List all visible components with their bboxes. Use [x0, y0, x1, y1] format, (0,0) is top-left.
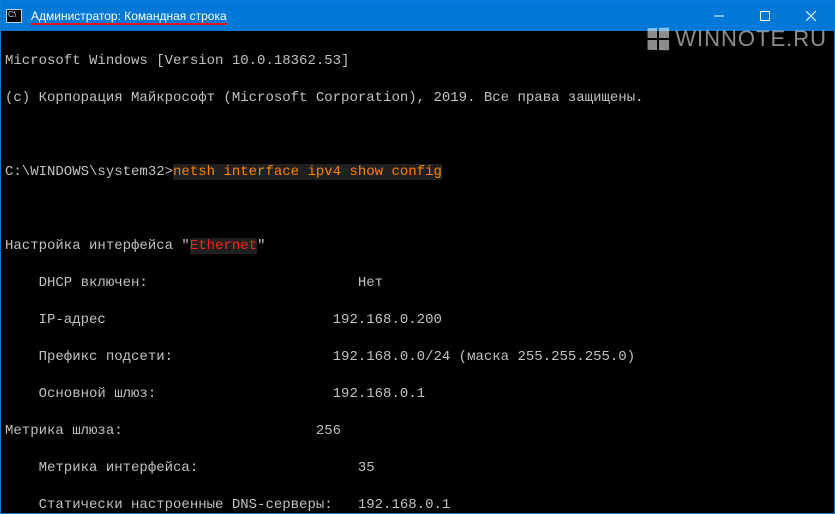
app-icon: C:\ [1, 1, 27, 31]
iface1-gateway: Основной шлюз: 192.168.0.1 [5, 385, 830, 404]
prompt-line-1: C:\WINDOWS\system32>netsh interface ipv4… [5, 163, 830, 182]
iface1-header-suffix: " [257, 238, 265, 254]
entered-command: netsh interface ipv4 show config [173, 164, 442, 180]
minimize-button[interactable] [696, 1, 742, 31]
maximize-icon [760, 11, 770, 21]
prompt-path: C:\WINDOWS\system32> [5, 164, 173, 180]
iface1-header-prefix: Настройка интерфейса " [5, 238, 190, 254]
cmd-icon: C:\ [6, 9, 22, 23]
iface1-dhcp: DHCP включен: Нет [5, 274, 830, 293]
blank-line [5, 200, 830, 219]
iface1-ip: IP-адрес 192.168.0.200 [5, 311, 830, 330]
iface1-if-metric: Метрика интерфейса: 35 [5, 459, 830, 478]
iface1-header: Настройка интерфейса "Ethernet" [5, 237, 830, 256]
iface1-name: Ethernet [190, 238, 257, 254]
copyright-line: (c) Корпорация Майкрософт (Microsoft Cor… [5, 89, 830, 108]
minimize-icon [714, 11, 724, 21]
maximize-button[interactable] [742, 1, 788, 31]
close-button[interactable] [788, 1, 834, 31]
version-line: Microsoft Windows [Version 10.0.18362.53… [5, 52, 830, 71]
iface1-gw-metric: Метрика шлюза: 256 [5, 422, 830, 441]
command-prompt-window: C:\ Администратор: Командная строка Micr… [0, 0, 835, 514]
titlebar[interactable]: C:\ Администратор: Командная строка [1, 1, 834, 31]
iface1-dns1: Статически настроенные DNS-серверы: 192.… [5, 496, 830, 514]
terminal-output[interactable]: Microsoft Windows [Version 10.0.18362.53… [1, 31, 834, 513]
iface1-prefix: Префикс подсети: 192.168.0.0/24 (маска 2… [5, 348, 830, 367]
blank-line [5, 126, 830, 145]
window-controls [696, 1, 834, 31]
window-title-text: Администратор: Командная строка [31, 9, 227, 25]
close-icon [806, 11, 816, 21]
window-title: Администратор: Командная строка [27, 9, 696, 23]
